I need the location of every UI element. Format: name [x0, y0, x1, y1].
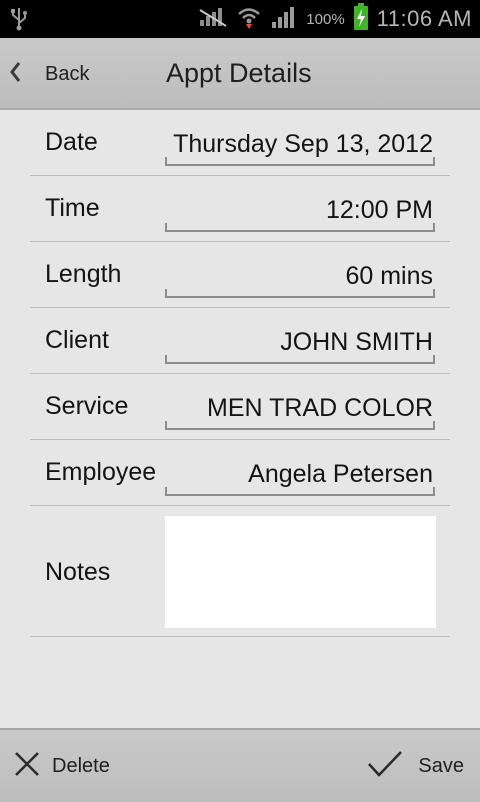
date-field[interactable]: Thursday Sep 13, 2012	[165, 120, 435, 166]
chevron-left-icon	[8, 60, 22, 91]
service-label: Service	[45, 392, 129, 420]
client-field[interactable]: JOHN SMITH	[165, 318, 435, 364]
battery-percent: 100%	[306, 10, 345, 28]
back-label: Back	[45, 63, 90, 85]
length-field[interactable]: 60 mins	[165, 252, 435, 298]
client-row: Client JOHN SMITH	[30, 308, 450, 374]
notes-input[interactable]	[165, 516, 436, 628]
back-button[interactable]: Back	[0, 38, 120, 108]
date-label: Date	[45, 128, 98, 156]
wifi-icon	[236, 4, 262, 35]
length-label: Length	[45, 260, 122, 288]
delete-button[interactable]: Delete	[12, 730, 110, 802]
clock: 11:06 AM	[376, 6, 472, 31]
length-value: 60 mins	[345, 262, 433, 290]
employee-label: Employee	[45, 458, 157, 486]
notes-row: Notes	[30, 506, 450, 637]
save-button[interactable]: Save	[366, 730, 464, 802]
employee-field[interactable]: Angela Petersen	[165, 450, 435, 496]
signal-muted-icon	[198, 6, 228, 33]
time-row: Time 12:00 PM	[30, 176, 450, 242]
cell-signal-icon	[270, 4, 300, 35]
time-field[interactable]: 12:00 PM	[165, 186, 435, 232]
notes-label: Notes	[45, 558, 111, 586]
appointment-form: Date Thursday Sep 13, 2012 Time 12:00 PM…	[30, 110, 450, 637]
status-bar: 100% 11:06 AM	[0, 0, 480, 38]
battery-charging-icon	[353, 2, 369, 36]
page-title: Appt Details	[166, 58, 312, 88]
time-value: 12:00 PM	[325, 196, 433, 224]
close-icon	[12, 749, 42, 784]
service-field[interactable]: MEN TRAD COLOR	[165, 384, 435, 430]
service-value: MEN TRAD COLOR	[207, 394, 433, 422]
delete-label: Delete	[52, 754, 110, 777]
time-label: Time	[45, 194, 100, 222]
client-value: JOHN SMITH	[280, 328, 433, 356]
length-row: Length 60 mins	[30, 242, 450, 308]
checkmark-icon	[366, 749, 404, 784]
save-label: Save	[418, 754, 464, 777]
client-label: Client	[45, 326, 109, 354]
employee-row: Employee Angela Petersen	[30, 440, 450, 506]
usb-icon	[8, 6, 30, 37]
title-bar: Back Appt Details	[0, 38, 480, 110]
date-row: Date Thursday Sep 13, 2012	[30, 110, 450, 176]
service-row: Service MEN TRAD COLOR	[30, 374, 450, 440]
date-value: Thursday Sep 13, 2012	[173, 130, 433, 158]
action-bar: Delete Save	[0, 728, 480, 802]
employee-value: Angela Petersen	[248, 460, 433, 488]
